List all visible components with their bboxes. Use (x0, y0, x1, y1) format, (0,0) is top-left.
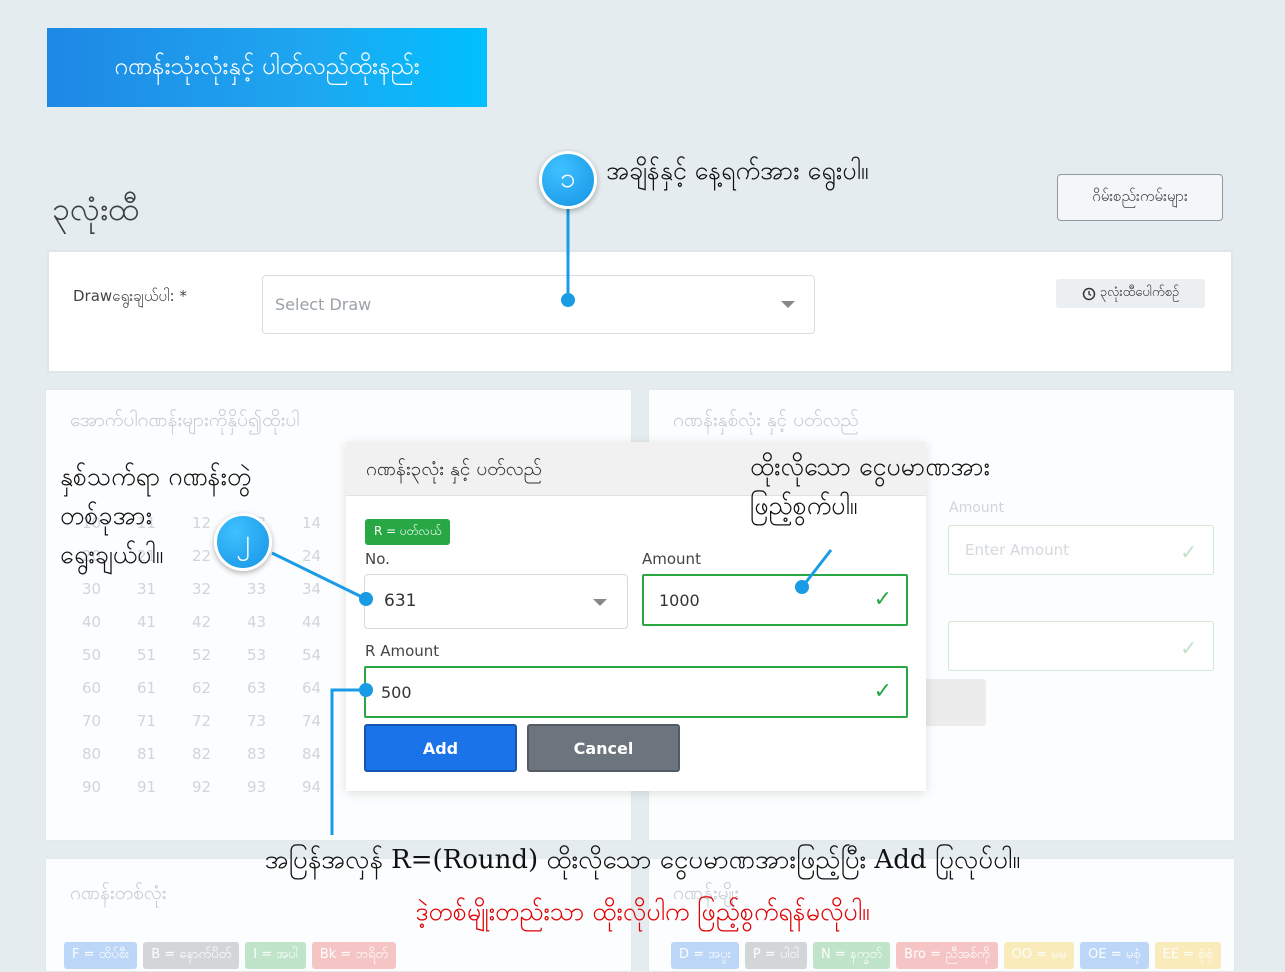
number-grid-row: 80 81 82 83 84 (82, 737, 357, 770)
number-grid-row: 50 51 52 53 54 (82, 638, 357, 671)
history-icon (1082, 287, 1096, 300)
number-picker-title: အောက်ပါဂဏန်းများကိုနှိပ်၍ထိုးပါ (70, 409, 300, 431)
number-select-value: 631 (384, 591, 417, 611)
r-amount-input-value: 500 (381, 683, 412, 702)
round-badge: R = ပတ်လယ် (365, 519, 451, 545)
step2-callout-line: နှစ်သက်ရာ ဂဏန်းတွဲ (60, 462, 252, 491)
draw-select[interactable]: Select Draw (262, 275, 815, 334)
number-label: No. (365, 550, 390, 568)
number-grid-row: 70 71 72 73 74 (82, 704, 357, 737)
number-cell[interactable]: 40 (82, 613, 137, 631)
number-cell[interactable]: 82 (192, 745, 247, 763)
step2-callout-line: တစ်ခုအား (60, 500, 153, 530)
check-icon: ✓ (873, 679, 892, 704)
bet-type-badge[interactable]: EE = စုံစုံ (1154, 942, 1221, 969)
direct-bet-note: ဒဲ့တစ်မျိုးတည်းသာ ထိုးလိုပါက ဖြည့်စွက်ရန… (415, 897, 870, 926)
number-cell[interactable]: 42 (192, 613, 247, 631)
step2-callout-line: ရွေးချယ်ပါ။ (60, 539, 164, 569)
two-digit-r-amount-input[interactable]: ✓ (948, 621, 1214, 671)
number-cell[interactable]: 61 (137, 679, 192, 697)
bet-type-badge[interactable]: B = နောက်ပိတ် (143, 942, 240, 969)
number-cell[interactable]: 73 (247, 712, 302, 730)
amount-callout-line: ထိုးလိုသော ငွေပမာဏအား (750, 452, 990, 481)
number-cell[interactable]: 30 (82, 580, 137, 598)
bet-type-badge[interactable]: F = ထိပ်စီး (64, 942, 138, 969)
number-cell[interactable]: 83 (247, 745, 302, 763)
number-cell[interactable]: 41 (137, 613, 192, 631)
draw-history-button[interactable]: ၃လုံးထီပေါက်စဉ် (1056, 279, 1205, 308)
modal-title: ဂဏန်း၃လုံး နှင့် ပတ်လည် (366, 458, 542, 480)
two-digit-amount-input[interactable]: Enter Amount ✓ (948, 525, 1214, 575)
bet-type-badge[interactable]: P = ပါဝါ (744, 942, 808, 969)
round-amount-callout: အပြန်အလှန် R=(Round) ထိုးလိုသော ငွေပမာဏအ… (264, 845, 1021, 875)
number-cell[interactable]: 53 (247, 646, 302, 664)
number-grid-row: 40 41 42 43 44 (82, 605, 357, 638)
bet-type-badge[interactable]: OO = မမ (1003, 942, 1075, 969)
draw-history-label: ၃လုံးထီပေါက်စဉ် (1099, 285, 1180, 300)
amount-input[interactable]: 1000 ✓ (642, 574, 908, 626)
number-cell[interactable]: 60 (82, 679, 137, 697)
bet-type-badge[interactable]: OE = မစုံ (1080, 942, 1149, 969)
number-type-badges: D = အပူး P = ပါဝါ N = နက္ခတ် Bro = ညီအစ်ကို… (671, 942, 1221, 969)
number-cell[interactable]: 31 (137, 580, 192, 598)
amount-callout: ထိုးလိုသော ငွေပမာဏအား ဖြည့်စွက်ပါ။ (750, 448, 990, 526)
number-cell[interactable]: 80 (82, 745, 137, 763)
number-cell[interactable]: 72 (192, 712, 247, 730)
number-select[interactable]: 631 (364, 574, 628, 629)
draw-select-placeholder: Select Draw (275, 295, 372, 314)
amount-label: Amount (642, 550, 701, 568)
number-cell[interactable]: 91 (137, 778, 192, 796)
check-icon: ✓ (873, 587, 892, 612)
number-cell[interactable]: 50 (82, 646, 137, 664)
number-cell[interactable]: 92 (192, 778, 247, 796)
bet-type-badge[interactable]: D = အပူး (671, 942, 739, 969)
number-cell[interactable]: 70 (82, 712, 137, 730)
bet-type-badge[interactable]: I = အပါ (245, 942, 306, 969)
page-title: ၃လုံးထီ (52, 190, 140, 228)
step2-callout: နှစ်သက်ရာ ဂဏန်းတွဲ တစ်ခုအား ရွေးချယ်ပါ။ (60, 458, 251, 574)
number-cell[interactable]: 71 (137, 712, 192, 730)
tutorial-banner: ဂဏန်းသုံးလုံးနှင့် ပါတ်လည်ထိုးနည်း (47, 28, 487, 107)
number-cell[interactable]: 62 (192, 679, 247, 697)
cancel-button[interactable]: Cancel (527, 724, 680, 772)
single-digit-badges: F = ထိပ်စီး B = နောက်ပိတ် I = အပါ Bk = ဘရိတ… (64, 942, 397, 969)
r-amount-input[interactable]: 500 ✓ (364, 666, 908, 718)
r-amount-label: R Amount (365, 642, 440, 660)
amount-callout-line: ဖြည့်စွက်ပါ။ (750, 490, 858, 520)
add-button[interactable]: Add (364, 724, 517, 772)
two-digit-title: ဂဏန်းနှစ်လုံး နှင့် ပတ်လည် (673, 409, 859, 431)
number-grid-row: 60 61 62 63 64 (82, 671, 357, 704)
bet-type-badge[interactable]: Bk = ဘရိတ် (311, 942, 397, 969)
rules-button[interactable]: ဂိမ်းစည်းကမ်းများ (1057, 174, 1223, 221)
bet-type-badge[interactable]: Bro = ညီအစ်ကို (896, 942, 998, 969)
number-cell[interactable]: 63 (247, 679, 302, 697)
chevron-down-icon (781, 301, 795, 308)
two-digit-amount-placeholder: Enter Amount (965, 541, 1069, 559)
step1-marker: ၁ (539, 151, 597, 209)
check-icon: ✓ (1180, 540, 1197, 564)
chevron-down-icon (593, 599, 607, 606)
number-cell[interactable]: 52 (192, 646, 247, 664)
number-grid-row: 90 91 92 93 94 (82, 770, 357, 803)
banner-title: ဂဏန်းသုံးလုံးနှင့် ပါတ်လည်ထိုးနည်း (114, 51, 420, 80)
number-cell[interactable]: 43 (247, 613, 302, 631)
number-cell[interactable]: 51 (137, 646, 192, 664)
number-cell[interactable]: 90 (82, 778, 137, 796)
amount-input-value: 1000 (659, 591, 700, 610)
check-icon: ✓ (1180, 636, 1197, 660)
number-grid-row: 30 31 32 33 34 (82, 572, 357, 605)
number-cell[interactable]: 33 (247, 580, 302, 598)
number-cell[interactable]: 32 (192, 580, 247, 598)
number-cell[interactable]: 81 (137, 745, 192, 763)
step1-callout: အချိန်နှင့် နေ့ရက်အား ရွေးပါ။ (606, 156, 869, 185)
draw-label: Drawရွေးချယ်ပါ: * (73, 287, 187, 305)
bet-type-badge[interactable]: N = နက္ခတ် (813, 942, 891, 969)
number-cell[interactable]: 93 (247, 778, 302, 796)
